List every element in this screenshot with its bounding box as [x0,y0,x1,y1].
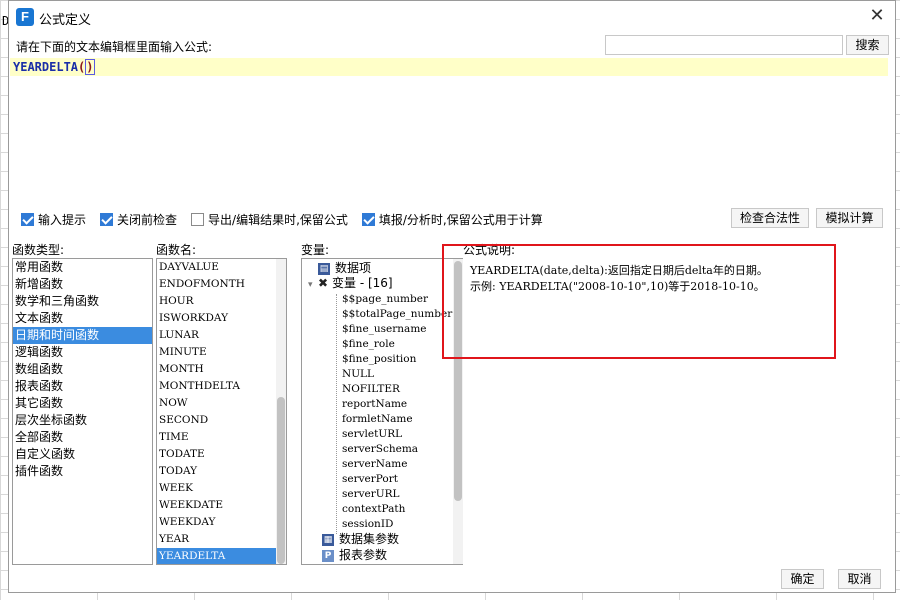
variable-item[interactable]: formletName [342,412,413,427]
formula-editor[interactable]: YEARDELTA() [10,58,888,198]
category-list[interactable]: 常用函数 新增函数 数学和三角函数 文本函数 日期和时间函数 逻辑函数 数组函数 报表函数 其它… [12,258,153,565]
category-item[interactable]: 逻辑函数 [13,344,152,361]
variable-label: 变量: [301,243,330,257]
tree-node-variables[interactable]: ▾ ✖ 变量 - [16] [308,276,393,291]
option-label: 导出/编辑结果时,保留公式 [208,212,348,227]
function-label: 函数名: [156,243,197,257]
category-item[interactable]: 文本函数 [13,310,152,327]
category-item[interactable]: 新增函数 [13,276,152,293]
function-item[interactable]: TIME [157,429,286,446]
app-logo-icon: F [16,8,34,26]
function-item[interactable]: SECOND [157,412,286,429]
highlight-annotation-box [442,244,836,359]
tree-guide-line [336,294,337,534]
checkbox-check-before-close[interactable] [100,212,114,226]
simulate-button[interactable]: 模拟计算 [816,208,883,228]
variable-item[interactable]: $fine_role [342,337,395,352]
dialog-title: 公式定义 [39,13,92,28]
variable-item[interactable]: NULL [342,367,374,382]
function-item[interactable]: YEARDELTA [157,548,286,564]
category-item[interactable]: 常用函数 [13,259,152,276]
variable-item[interactable]: reportName [342,397,407,412]
checkbox-keep-formula-fill[interactable] [361,212,375,226]
category-item[interactable]: 日期和时间函数 [13,327,152,344]
search-input[interactable] [605,35,843,55]
variable-item[interactable]: serverURL [342,487,400,502]
chevron-down-icon[interactable]: ▾ [308,278,318,293]
function-list[interactable]: DAYVALUE ENDOFMONTH HOUR ISWORKDAY LUNAR MINU… [156,258,287,565]
formula-line[interactable]: YEARDELTA() [10,58,888,76]
ok-button[interactable]: 确定 [781,569,824,589]
function-item[interactable]: MINUTE [157,344,286,361]
variable-item[interactable]: NOFILTER [342,382,400,397]
function-item[interactable]: ISWORKDAY [157,310,286,327]
variable-item[interactable]: $fine_username [342,322,427,337]
option-label: 填报/分析时,保留公式用于计算 [378,212,543,227]
checkbox-input-hint[interactable] [21,212,34,226]
function-scrollbar[interactable] [276,259,286,564]
variable-item[interactable]: $$page_number [342,292,428,307]
category-item[interactable]: 报表函数 [13,378,152,395]
formula-function-name: YEARDELTA [13,60,79,74]
option-label: 关闭前检查 [117,212,178,227]
function-item[interactable]: MONTHDELTA [157,378,286,395]
variable-item[interactable]: contextPath [342,502,405,517]
editor-prompt: 请在下面的文本编辑框里面输入公式: [16,40,213,54]
function-item[interactable]: DAYVALUE [157,259,286,276]
check-validity-button[interactable]: 检查合法性 [731,208,809,228]
search-button[interactable]: 搜索 [846,35,889,55]
formula-dialog: F 公式定义 ✕ 请在下面的文本编辑框里面输入公式: 搜索 YEARDELTA(… [8,0,896,593]
variable-item[interactable]: serverPort [342,472,398,487]
variable-item[interactable]: serverName [342,457,407,472]
cancel-button[interactable]: 取消 [838,569,881,589]
category-label: 函数类型: [12,243,65,257]
function-items: DAYVALUE ENDOFMONTH HOUR ISWORKDAY LUNAR MINU… [157,259,286,564]
title-bar: F 公式定义 ✕ [9,1,895,33]
category-item[interactable]: 数组函数 [13,361,152,378]
function-item[interactable]: WEEKDAY [157,514,286,531]
category-item[interactable]: 自定义函数 [13,446,152,463]
option-keep-formula-export[interactable]: 导出/编辑结果时,保留公式 [191,211,348,228]
variable-tree[interactable]: ▤ 数据项 ▾ ✖ 变量 - [16] $$page_number $$totalPag… [301,258,464,565]
function-item[interactable]: YEAR [157,531,286,548]
function-item[interactable]: NOW [157,395,286,412]
variable-item[interactable]: serverSchema [342,442,418,457]
options-row: 输入提示 关闭前检查 导出/编辑结果时,保留公式 填报/分析时,保留公式用于计算 [21,211,557,227]
option-keep-formula-fill[interactable]: 填报/分析时,保留公式用于计算 [361,211,543,228]
function-item[interactable]: MONTH [157,361,286,378]
function-item[interactable]: WEEK [157,480,286,497]
formula-close-paren: ) [85,59,95,75]
dataset-param-icon: ▦ [322,533,334,546]
table-icon: ▤ [318,262,330,275]
report-param-icon: P [322,549,334,562]
option-input-hint[interactable]: 输入提示 [21,211,86,228]
option-label: 输入提示 [38,212,87,227]
close-button[interactable]: ✕ [865,5,889,27]
tree-node-data-items[interactable]: ▤ 数据项 [308,261,371,276]
variable-x-icon: ✖ [318,276,329,290]
tree-node-dataset-params[interactable]: ▦ 数据集参数 [322,532,399,547]
variable-item[interactable]: servletURL [342,427,402,442]
tree-node-report-params[interactable]: P 报表参数 [322,548,387,563]
category-item[interactable]: 插件函数 [13,463,152,480]
function-item[interactable]: WEEKDATE [157,497,286,514]
option-check-before-close[interactable]: 关闭前检查 [100,211,177,228]
function-item[interactable]: TODATE [157,446,286,463]
function-item[interactable]: LUNAR [157,327,286,344]
function-item[interactable]: TODAY [157,463,286,480]
category-item[interactable]: 数学和三角函数 [13,293,152,310]
category-item[interactable]: 全部函数 [13,429,152,446]
variable-item[interactable]: sessionID [342,517,393,532]
function-item[interactable]: HOUR [157,293,286,310]
scrollbar-thumb[interactable] [277,397,285,564]
variable-item[interactable]: $fine_position [342,352,416,367]
variable-item[interactable]: $$totalPage_number [342,307,452,322]
checkbox-keep-formula-export[interactable] [191,212,205,226]
function-item[interactable]: ENDOFMONTH [157,276,286,293]
category-item[interactable]: 其它函数 [13,395,152,412]
category-item[interactable]: 层次坐标函数 [13,412,152,429]
